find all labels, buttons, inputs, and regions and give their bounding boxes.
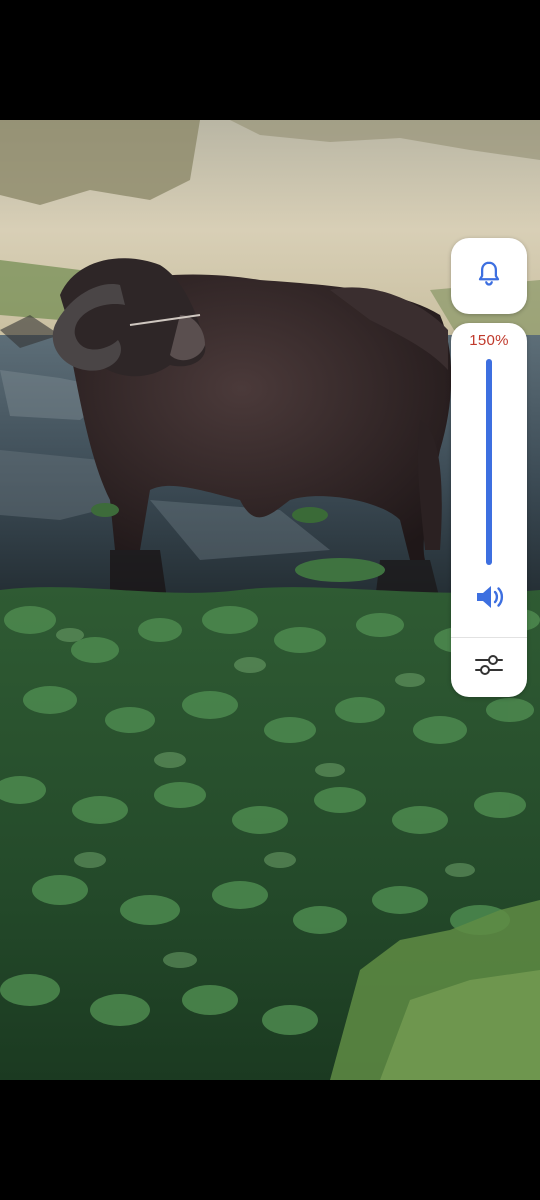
bell-icon <box>474 259 504 294</box>
volume-slider-fill <box>486 359 492 565</box>
volume-panel-divider <box>451 637 527 638</box>
screen: 150% <box>0 0 540 1200</box>
sliders-icon[interactable] <box>473 650 505 680</box>
speaker-icon[interactable] <box>473 583 507 611</box>
volume-slider[interactable] <box>486 359 492 565</box>
volume-percent-label: 150% <box>469 332 509 349</box>
ringer-mode-button[interactable] <box>451 238 527 314</box>
volume-panel: 150% <box>451 323 527 697</box>
